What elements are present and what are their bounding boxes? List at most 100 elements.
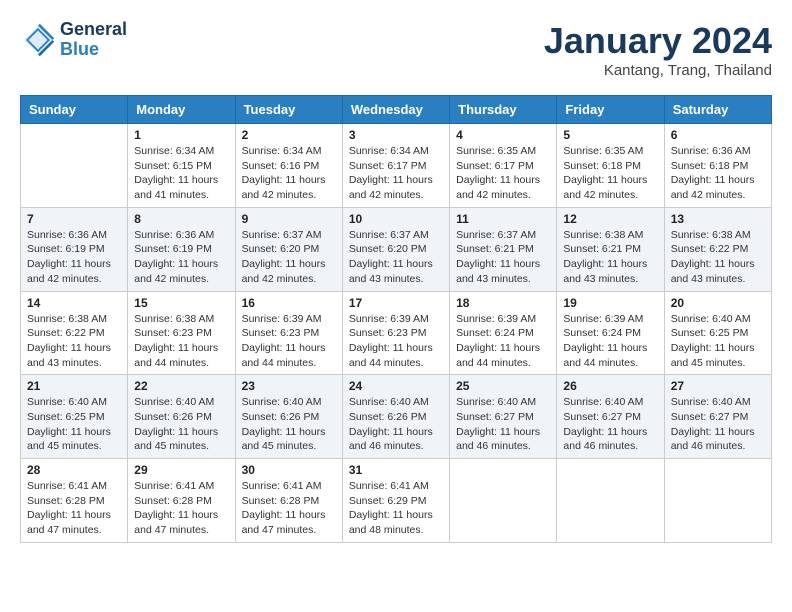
calendar-cell: 31 Sunrise: 6:41 AMSunset: 6:29 PMDayligh… <box>342 459 449 543</box>
calendar-header-row: SundayMondayTuesdayWednesdayThursdayFrid… <box>21 96 772 124</box>
calendar-cell: 19 Sunrise: 6:39 AMSunset: 6:24 PMDayligh… <box>557 291 664 375</box>
day-number: 4 <box>456 128 550 142</box>
calendar-week-1: 1 Sunrise: 6:34 AMSunset: 6:15 PMDaylight… <box>21 124 772 208</box>
day-number: 29 <box>134 463 228 477</box>
day-detail: Sunrise: 6:40 AMSunset: 6:25 PMDaylight:… <box>27 395 121 454</box>
day-number: 3 <box>349 128 443 142</box>
day-number: 25 <box>456 379 550 393</box>
calendar-cell: 4 Sunrise: 6:35 AMSunset: 6:17 PMDaylight… <box>450 124 557 208</box>
logo-text-line1: General <box>60 20 127 40</box>
calendar-cell: 5Sunrise: 6:35 AMSunset: 6:18 PMDaylight… <box>557 124 664 208</box>
calendar-cell: 21 Sunrise: 6:40 AMSunset: 6:25 PMDayligh… <box>21 375 128 459</box>
day-number: 31 <box>349 463 443 477</box>
calendar-cell: 2 Sunrise: 6:34 AMSunset: 6:16 PMDaylight… <box>235 124 342 208</box>
day-number: 14 <box>27 296 121 310</box>
calendar-cell: 23 Sunrise: 6:40 AMSunset: 6:26 PMDayligh… <box>235 375 342 459</box>
day-number: 13 <box>671 212 765 226</box>
calendar-cell: 11Sunrise: 6:37 AMSunset: 6:21 PMDayligh… <box>450 207 557 291</box>
calendar-cell: 15 Sunrise: 6:38 AMSunset: 6:23 PMDayligh… <box>128 291 235 375</box>
calendar-cell <box>664 459 771 543</box>
day-number: 11 <box>456 212 550 226</box>
month-title: January 2024 <box>544 20 772 62</box>
day-number: 1 <box>134 128 228 142</box>
day-number: 7 <box>27 212 121 226</box>
calendar-cell <box>450 459 557 543</box>
day-number: 27 <box>671 379 765 393</box>
page-header: General Blue January 2024 Kantang, Trang… <box>20 20 772 79</box>
calendar-week-2: 7 Sunrise: 6:36 AMSunset: 6:19 PMDaylight… <box>21 207 772 291</box>
day-detail: Sunrise: 6:36 AMSunset: 6:19 PMDaylight:… <box>27 228 121 287</box>
day-detail: Sunrise: 6:41 AMSunset: 6:28 PMDaylight:… <box>242 479 336 538</box>
day-detail: Sunrise: 6:40 AMSunset: 6:26 PMDaylight:… <box>242 395 336 454</box>
header-saturday: Saturday <box>664 96 771 124</box>
header-tuesday: Tuesday <box>235 96 342 124</box>
calendar-cell: 24 Sunrise: 6:40 AMSunset: 6:26 PMDayligh… <box>342 375 449 459</box>
calendar-cell: 13Sunrise: 6:38 AMSunset: 6:22 PMDayligh… <box>664 207 771 291</box>
logo-icon <box>20 22 56 58</box>
day-number: 28 <box>27 463 121 477</box>
calendar-cell: 1 Sunrise: 6:34 AMSunset: 6:15 PMDaylight… <box>128 124 235 208</box>
header-sunday: Sunday <box>21 96 128 124</box>
day-detail: Sunrise: 6:35 AMSunset: 6:18 PMDaylight:… <box>563 144 657 203</box>
calendar-cell: 7 Sunrise: 6:36 AMSunset: 6:19 PMDaylight… <box>21 207 128 291</box>
location: Kantang, Trang, Thailand <box>544 62 772 79</box>
day-number: 15 <box>134 296 228 310</box>
day-detail: Sunrise: 6:40 AMSunset: 6:27 PMDaylight:… <box>456 395 550 454</box>
day-detail: Sunrise: 6:39 AMSunset: 6:24 PMDaylight:… <box>456 312 550 371</box>
day-number: 8 <box>134 212 228 226</box>
calendar-cell: 12 Sunrise: 6:38 AMSunset: 6:21 PMDayligh… <box>557 207 664 291</box>
header-monday: Monday <box>128 96 235 124</box>
day-detail: Sunrise: 6:38 AMSunset: 6:23 PMDaylight:… <box>134 312 228 371</box>
day-detail: Sunrise: 6:38 AMSunset: 6:22 PMDaylight:… <box>27 312 121 371</box>
day-detail: Sunrise: 6:36 AMSunset: 6:18 PMDaylight:… <box>671 144 765 203</box>
day-number: 16 <box>242 296 336 310</box>
day-number: 21 <box>27 379 121 393</box>
logo-text-line2: Blue <box>60 40 127 60</box>
day-number: 20 <box>671 296 765 310</box>
day-number: 19 <box>563 296 657 310</box>
day-detail: Sunrise: 6:40 AMSunset: 6:26 PMDaylight:… <box>349 395 443 454</box>
calendar-cell: 20 Sunrise: 6:40 AMSunset: 6:25 PMDayligh… <box>664 291 771 375</box>
day-number: 12 <box>563 212 657 226</box>
day-number: 9 <box>242 212 336 226</box>
day-number: 23 <box>242 379 336 393</box>
calendar-cell: 25 Sunrise: 6:40 AMSunset: 6:27 PMDayligh… <box>450 375 557 459</box>
day-number: 2 <box>242 128 336 142</box>
calendar-cell: 28Sunrise: 6:41 AMSunset: 6:28 PMDayligh… <box>21 459 128 543</box>
calendar-cell: 16 Sunrise: 6:39 AMSunset: 6:23 PMDayligh… <box>235 291 342 375</box>
calendar-cell: 29 Sunrise: 6:41 AMSunset: 6:28 PMDayligh… <box>128 459 235 543</box>
calendar-week-4: 21 Sunrise: 6:40 AMSunset: 6:25 PMDayligh… <box>21 375 772 459</box>
day-detail: Sunrise: 6:40 AMSunset: 6:26 PMDaylight:… <box>134 395 228 454</box>
day-detail: Sunrise: 6:41 AMSunset: 6:28 PMDaylight:… <box>134 479 228 538</box>
calendar-cell <box>21 124 128 208</box>
day-detail: Sunrise: 6:39 AMSunset: 6:24 PMDaylight:… <box>563 312 657 371</box>
day-detail: Sunrise: 6:37 AMSunset: 6:20 PMDaylight:… <box>242 228 336 287</box>
calendar-cell: 9 Sunrise: 6:37 AMSunset: 6:20 PMDaylight… <box>235 207 342 291</box>
day-number: 30 <box>242 463 336 477</box>
day-detail: Sunrise: 6:34 AMSunset: 6:15 PMDaylight:… <box>134 144 228 203</box>
calendar-cell: 22 Sunrise: 6:40 AMSunset: 6:26 PMDayligh… <box>128 375 235 459</box>
calendar-cell: 18 Sunrise: 6:39 AMSunset: 6:24 PMDayligh… <box>450 291 557 375</box>
calendar-cell: 27Sunrise: 6:40 AMSunset: 6:27 PMDayligh… <box>664 375 771 459</box>
day-detail: Sunrise: 6:35 AMSunset: 6:17 PMDaylight:… <box>456 144 550 203</box>
calendar-week-5: 28 Sunrise: 6:41 AMSunset: 6:28 PMDayligh… <box>21 459 772 543</box>
logo: General Blue <box>20 20 127 60</box>
calendar-cell <box>557 459 664 543</box>
day-detail: Sunrise: 6:34 AMSunset: 6:17 PMDaylight:… <box>349 144 443 203</box>
day-number: 6 <box>671 128 765 142</box>
calendar-cell: 30 Sunrise: 6:41 AMSunset: 6:28 PMDayligh… <box>235 459 342 543</box>
calendar-cell: 6 Sunrise: 6:36 AMSunset: 6:18 PMDaylight… <box>664 124 771 208</box>
day-number: 22 <box>134 379 228 393</box>
title-block: January 2024 Kantang, Trang, Thailand <box>544 20 772 79</box>
calendar-cell: 26Sunrise: 6:40 AMSunset: 6:27 PMDayligh… <box>557 375 664 459</box>
day-detail: Sunrise: 6:39 AMSunset: 6:23 PMDaylight:… <box>349 312 443 371</box>
day-detail: Sunrise: 6:41 AMSunset: 6:29 PMDaylight:… <box>349 479 443 538</box>
day-detail: Sunrise: 6:34 AMSunset: 6:16 PMDaylight:… <box>242 144 336 203</box>
day-number: 18 <box>456 296 550 310</box>
day-detail: Sunrise: 6:38 AMSunset: 6:21 PMDaylight:… <box>563 228 657 287</box>
day-number: 24 <box>349 379 443 393</box>
calendar-cell: 10Sunrise: 6:37 AMSunset: 6:20 PMDayligh… <box>342 207 449 291</box>
day-detail: Sunrise: 6:40 AMSunset: 6:25 PMDaylight:… <box>671 312 765 371</box>
header-thursday: Thursday <box>450 96 557 124</box>
day-detail: Sunrise: 6:39 AMSunset: 6:23 PMDaylight:… <box>242 312 336 371</box>
